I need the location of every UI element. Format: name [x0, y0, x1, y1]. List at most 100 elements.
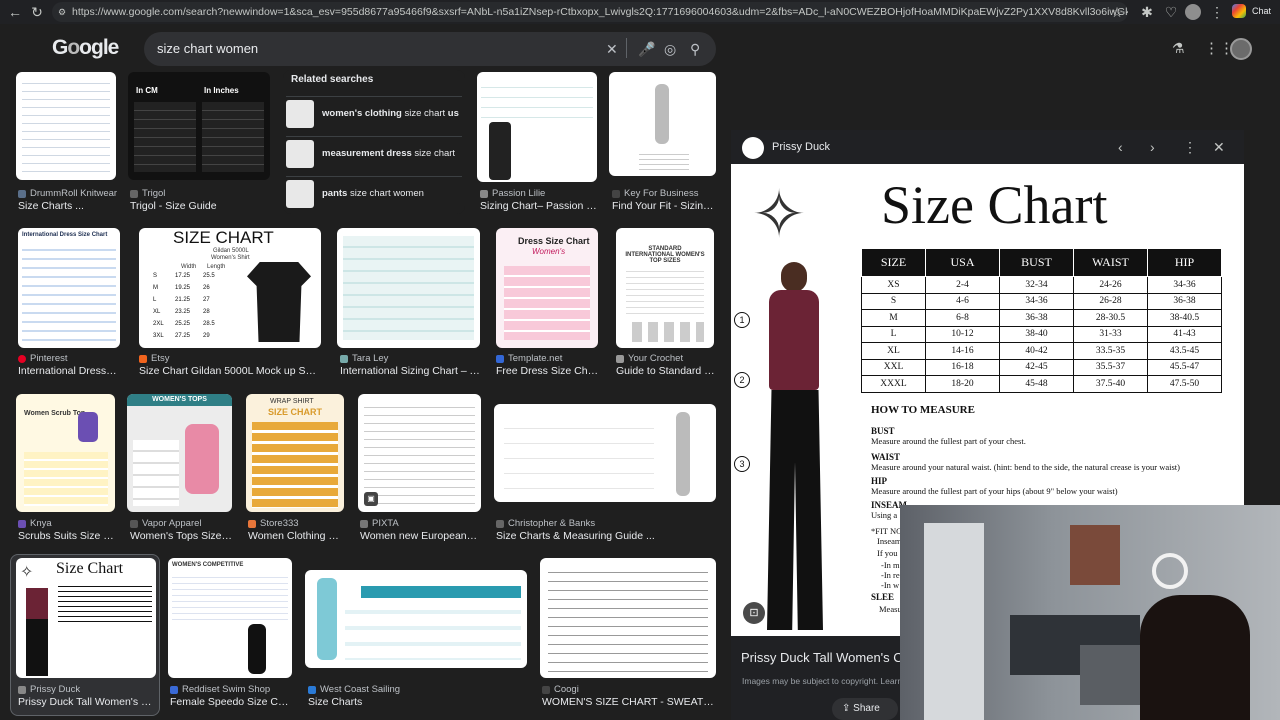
panel-source-name[interactable]: Prissy Duck — [772, 141, 830, 153]
related-search-item[interactable]: pants size chart women — [286, 176, 462, 210]
fit-line: -In m — [881, 560, 900, 570]
share-button[interactable]: ⇪ Share — [832, 698, 898, 720]
panel-title[interactable]: Prissy Duck Tall Women's Clot — [741, 650, 916, 665]
extensions-icon[interactable]: ✱ — [1136, 1, 1158, 23]
result-image-drummroll[interactable] — [16, 72, 116, 180]
site-favicon-icon — [18, 685, 26, 694]
search-icon[interactable]: ⚲ — [690, 41, 700, 58]
related-search-item[interactable]: measurement dress size chart — [286, 136, 462, 170]
back-icon[interactable]: ← — [4, 1, 26, 23]
result-title[interactable]: Size Charts & Measuring Guide ... — [496, 530, 716, 542]
account-avatar[interactable] — [1230, 38, 1252, 60]
result-image-passion-lilie[interactable] — [477, 72, 597, 182]
result-source[interactable]: Etsy — [139, 353, 319, 364]
result-source[interactable]: Passion Lilie — [480, 188, 600, 199]
result-title[interactable]: Female Speedo Size Charts — [170, 696, 294, 708]
result-title[interactable]: Scrubs Suits Size C... — [18, 530, 118, 542]
source-favicon — [742, 137, 764, 159]
lens-icon[interactable]: ◎ — [664, 41, 676, 58]
previous-icon[interactable]: ‹ — [1118, 139, 1123, 155]
chart-thumb-table — [639, 150, 689, 172]
result-source[interactable]: Pinterest — [18, 353, 122, 364]
clear-icon[interactable]: ✕ — [606, 41, 618, 58]
reload-icon[interactable]: ↻ — [26, 1, 48, 23]
how-to-measure-heading: HOW TO MEASURE — [871, 404, 975, 416]
more-options-icon[interactable]: ⋮ — [1183, 139, 1197, 156]
result-image-coogi[interactable] — [540, 558, 716, 678]
result-image-christopher-banks[interactable] — [494, 404, 716, 502]
thumb-title: International Dress Size Chart — [22, 232, 108, 238]
result-source[interactable]: Tara Ley — [340, 353, 480, 364]
result-title[interactable]: Size Charts ... — [18, 200, 118, 212]
result-image-store333[interactable]: WRAP SHIRT SIZE CHART — [246, 394, 344, 512]
result-image-vapor-apparel[interactable]: WOMEN'S TOPS — [127, 394, 232, 512]
voice-search-icon[interactable]: 🎤 — [638, 41, 655, 58]
chart-thumb-table — [481, 78, 593, 122]
result-source[interactable]: Christopher & Banks — [496, 518, 716, 529]
google-logo[interactable]: Google — [52, 36, 119, 60]
site-favicon-icon — [18, 519, 26, 528]
result-title[interactable]: WOMEN'S SIZE CHART - SWEATERS – ... — [542, 696, 718, 708]
sleeve-text: Measu — [879, 604, 902, 614]
result-source[interactable]: Store333 — [248, 518, 344, 529]
labs-flask-icon[interactable]: ⚗ — [1172, 40, 1185, 57]
result-title[interactable]: International Sizing Chart – Ta... — [340, 365, 480, 377]
result-title[interactable]: International Dress Si... — [18, 365, 118, 377]
result-source[interactable]: Vapor Apparel — [130, 518, 234, 529]
result-title[interactable]: Women's Tops Size C... — [130, 530, 234, 542]
search-input[interactable]: size chart women — [144, 32, 716, 66]
result-source[interactable]: Knya — [18, 518, 118, 529]
result-image-knya[interactable]: Women Scrub Top — [16, 394, 115, 512]
model-figure — [26, 588, 48, 676]
result-image-template-net[interactable]: Dress Size Chart Women's — [496, 228, 598, 348]
result-image-trigol[interactable]: In CM In Inches — [128, 72, 270, 180]
chart-thumb-table — [345, 598, 521, 660]
site-favicon-icon — [170, 685, 178, 694]
result-title[interactable]: Size Chart Gildan 5000L Mock up Shirt ..… — [139, 365, 319, 377]
result-source[interactable]: Reddiset Swim Shop — [170, 684, 294, 695]
site-favicon-icon — [360, 519, 368, 528]
lens-search-icon[interactable]: ⊡ — [743, 602, 765, 624]
result-image-key-for-business[interactable] — [609, 72, 716, 176]
table-row: XL 23.25 28 — [153, 309, 210, 315]
result-source[interactable]: Trigol — [130, 188, 270, 199]
site-info-icon[interactable]: ⚙ — [58, 2, 66, 22]
result-title[interactable]: Trigol - Size Guide — [130, 200, 270, 212]
result-source[interactable]: DrummRoll Knitwear — [18, 188, 118, 199]
result-source[interactable]: Prissy Duck — [18, 684, 158, 695]
address-bar[interactable]: ⚙ https://www.google.com/search?newwindo… — [52, 2, 1128, 22]
result-image-west-coast-sailing[interactable] — [305, 570, 527, 668]
result-source[interactable]: Coogi — [542, 684, 718, 695]
gemini-icon[interactable] — [1232, 4, 1246, 18]
thumb-title: STANDARD INTERNATIONAL WOMEN'S TOP SIZES — [625, 246, 705, 264]
menu-icon[interactable]: ⋮ — [1206, 1, 1228, 23]
related-search-item[interactable]: women's clothing size chart us — [286, 96, 462, 130]
body-diagram — [317, 578, 337, 660]
result-title[interactable]: Size Charts — [308, 696, 528, 708]
result-image-pixta[interactable]: ▣ — [358, 394, 481, 512]
result-image-pinterest[interactable]: International Dress Size Chart — [18, 228, 120, 348]
result-image-tara-ley[interactable] — [337, 228, 480, 348]
result-source[interactable]: Key For Business — [612, 188, 716, 199]
profile-avatar[interactable] — [1185, 4, 1201, 20]
result-source[interactable]: PIXTA — [360, 518, 480, 529]
bookmarks-icon[interactable]: ♡ — [1160, 1, 1182, 23]
result-title[interactable]: Guide to Standard W... — [616, 365, 716, 377]
chat-button[interactable]: Chat — [1252, 6, 1271, 16]
result-source[interactable]: Template.net — [496, 353, 600, 364]
result-title[interactable]: Free Dress Size Chart ... — [496, 365, 600, 377]
result-title[interactable]: Women Clothing Siz... — [248, 530, 344, 542]
result-source[interactable]: West Coast Sailing — [308, 684, 528, 695]
bookmark-star-icon[interactable]: ☆ — [1106, 1, 1128, 23]
close-icon[interactable]: ✕ — [1213, 139, 1225, 156]
result-title[interactable]: Sizing Chart– Passion Li... — [480, 200, 600, 212]
result-title[interactable]: Prissy Duck Tall Women's Clo... — [18, 696, 154, 708]
result-image-reddiset[interactable]: WOMEN'S COMPETITIVE — [168, 558, 292, 678]
result-image-prissy-duck[interactable]: Size Chart ✧ — [16, 558, 156, 678]
next-icon[interactable]: › — [1150, 139, 1155, 155]
result-source[interactable]: Your Crochet — [616, 353, 716, 364]
result-image-etsy[interactable]: SIZE CHART Gildan 5000L Women's Shirt Wi… — [139, 228, 321, 348]
result-title[interactable]: Find Your Fit - Sizing ... — [612, 200, 716, 212]
result-image-your-crochet[interactable]: STANDARD INTERNATIONAL WOMEN'S TOP SIZES — [616, 228, 714, 348]
result-title[interactable]: Women new European sy... — [360, 530, 480, 542]
